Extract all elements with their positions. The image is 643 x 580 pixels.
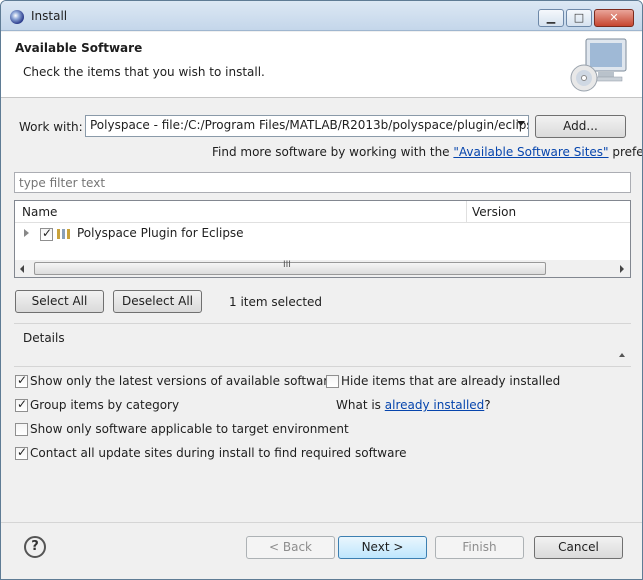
- column-header-version[interactable]: Version: [472, 205, 516, 219]
- available-software-sites-link[interactable]: "Available Software Sites": [453, 145, 608, 159]
- install-monitor-icon: [570, 38, 627, 92]
- help-icon[interactable]: ?: [24, 536, 46, 558]
- details-area: Details: [14, 323, 631, 367]
- dialog-header: Available Software Check the items that …: [1, 32, 642, 98]
- maximize-button[interactable]: □: [566, 9, 592, 27]
- target-environment-checkbox[interactable]: [15, 423, 28, 436]
- select-all-button[interactable]: Select All: [15, 290, 104, 313]
- scroll-thumb[interactable]: III: [34, 260, 546, 275]
- minimize-button[interactable]: ▁: [538, 9, 564, 27]
- title-bar[interactable]: Install ▁ □ ✕: [1, 1, 642, 31]
- expand-arrow-icon[interactable]: [24, 229, 29, 237]
- software-tree[interactable]: Name Version Polyspace Plugin for Eclips…: [14, 200, 631, 278]
- already-installed-link[interactable]: already installed: [385, 398, 485, 412]
- tree-row[interactable]: Polyspace Plugin for Eclipse: [15, 225, 630, 243]
- group-by-category-label[interactable]: Group items by category: [30, 398, 179, 412]
- feature-icon: [57, 229, 70, 239]
- group-by-category-checkbox[interactable]: [15, 397, 28, 412]
- target-environment-label[interactable]: Show only software applicable to target …: [30, 422, 349, 436]
- page-subtitle: Check the items that you wish to install…: [23, 65, 265, 79]
- eclipse-icon: [10, 10, 24, 24]
- plugin-checkbox[interactable]: [40, 226, 53, 241]
- details-scroll-arrows-icon[interactable]: [619, 353, 625, 357]
- horizontal-scrollbar[interactable]: III: [15, 260, 630, 277]
- cancel-button[interactable]: Cancel: [534, 536, 623, 559]
- scroll-left-icon[interactable]: [20, 265, 24, 273]
- deselect-all-button[interactable]: Deselect All: [113, 290, 202, 313]
- column-divider[interactable]: [466, 201, 467, 223]
- details-label: Details: [23, 331, 65, 345]
- latest-versions-label[interactable]: Show only the latest versions of availab…: [30, 374, 335, 388]
- chevron-down-icon[interactable]: [517, 121, 525, 126]
- back-button[interactable]: < Back: [246, 536, 335, 559]
- latest-versions-checkbox[interactable]: [15, 373, 28, 388]
- what-is-installed-text: What is already installed?: [336, 398, 491, 412]
- next-button[interactable]: Next >: [338, 536, 427, 559]
- finish-button[interactable]: Finish: [435, 536, 524, 559]
- filter-input[interactable]: [14, 172, 631, 193]
- scroll-grip: III: [283, 260, 291, 270]
- close-button[interactable]: ✕: [594, 9, 634, 27]
- selection-status: 1 item selected: [229, 295, 323, 309]
- plugin-name: Polyspace Plugin for Eclipse: [77, 226, 244, 240]
- hide-installed-checkbox[interactable]: [326, 375, 339, 388]
- work-with-value: Polyspace - file:/C:/Program Files/MATLA…: [90, 118, 529, 132]
- install-dialog: Install ▁ □ ✕ Available Software Check t…: [0, 0, 643, 580]
- footer-divider: [1, 522, 642, 523]
- work-with-label: Work with:: [19, 120, 83, 134]
- find-more-text: Find more software by working with the "…: [212, 145, 643, 159]
- scroll-right-icon[interactable]: [620, 265, 624, 273]
- column-header-name[interactable]: Name: [22, 205, 57, 219]
- work-with-combo[interactable]: Polyspace - file:/C:/Program Files/MATLA…: [85, 115, 529, 137]
- page-title: Available Software: [15, 41, 143, 55]
- add-site-button[interactable]: Add...: [535, 115, 626, 138]
- contact-sites-checkbox[interactable]: [15, 445, 28, 460]
- tree-header: Name Version: [15, 201, 630, 223]
- window-title: Install: [31, 9, 68, 23]
- contact-sites-label[interactable]: Contact all update sites during install …: [30, 446, 407, 460]
- hide-installed-label[interactable]: Hide items that are already installed: [341, 374, 560, 388]
